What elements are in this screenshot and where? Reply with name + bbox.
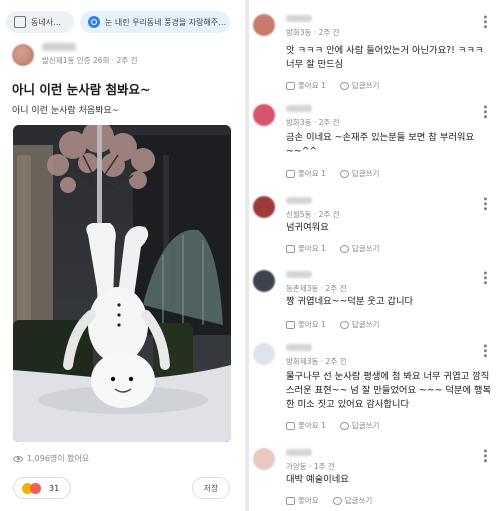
- commenter-name-blurred: [286, 344, 312, 351]
- reply-icon: [339, 421, 349, 430]
- more-options-icon[interactable]: •••: [479, 14, 490, 29]
- thumbs-up-icon: [286, 81, 295, 90]
- comment-meta: 신월5동 · 2주 전: [286, 210, 340, 219]
- comment-text: 짱 귀엽네요~~덕분 웃고 갑니다: [286, 296, 414, 307]
- comment-meta: 방화3동 · 2주 전: [286, 118, 340, 127]
- comment-actions: 좋아요 1 답글쓰기: [286, 243, 379, 254]
- reaction-count: 31: [49, 483, 60, 493]
- commenter-name-blurred: [286, 105, 312, 112]
- snowman-photo: [13, 125, 231, 442]
- reply-button[interactable]: 답글쓰기: [352, 243, 380, 254]
- comment-meta: 방화제3동 · 2주 전: [286, 357, 347, 366]
- avatar[interactable]: [253, 448, 275, 470]
- thumbs-up-icon: [286, 244, 295, 253]
- reply-button[interactable]: 답글쓰기: [352, 168, 380, 179]
- view-count: 1,096명이 봤어요: [13, 453, 89, 464]
- author-meta: 발신제1동 인증 26회 · 2주 전: [42, 56, 138, 65]
- search-icon: [88, 16, 100, 28]
- avatar[interactable]: [253, 270, 275, 292]
- category-chip-label: 동네사…: [31, 17, 62, 27]
- topic-chip-label: 눈 내린 우리동네 풍경을 자랑해주…: [105, 17, 227, 27]
- post-author[interactable]: 발신제1동 인증 26회 · 2주 전: [12, 43, 138, 66]
- commenter-name-blurred: [286, 271, 312, 278]
- like-button[interactable]: 좋아요 1: [298, 80, 326, 91]
- reply-button[interactable]: 답글쓰기: [352, 420, 380, 431]
- post-title: 아니 이런 눈사람 첨봐요~: [12, 82, 151, 97]
- heart-emoji-icon: [30, 482, 41, 494]
- reply-icon: [339, 81, 349, 90]
- thumbs-up-icon: [286, 169, 295, 178]
- comment-actions: 좋아요 1 답글쓰기: [286, 80, 379, 91]
- commenter-name-blurred: [286, 197, 312, 204]
- comment-meta: 방화3동 · 2주 전: [286, 28, 340, 37]
- like-button[interactable]: 좋아요 1: [298, 168, 326, 179]
- post-photo[interactable]: [13, 125, 231, 442]
- comment-actions: 좋아요 답글쓰기: [286, 495, 372, 506]
- like-button[interactable]: 좋아요 1: [298, 319, 326, 330]
- comment-meta: 가양동 · 1주 전: [286, 462, 335, 471]
- reply-icon: [339, 169, 349, 178]
- author-name-blurred: [42, 43, 76, 51]
- more-options-icon[interactable]: •••: [479, 196, 490, 211]
- category-chips: 동네사… 눈 내린 우리동네 풍경을 자랑해주…: [6, 11, 230, 33]
- post-panel: 동네사… 눈 내린 우리동네 풍경을 자랑해주… 발신제1동 인증 26회 · …: [0, 0, 245, 511]
- comment-text: 넘귀여워요: [286, 222, 329, 233]
- reply-button[interactable]: 답글쓰기: [352, 80, 380, 91]
- comment-actions: 좋아요 1 답글쓰기: [286, 168, 379, 179]
- reply-button[interactable]: 답글쓰기: [352, 319, 380, 330]
- more-options-icon[interactable]: •••: [479, 448, 490, 463]
- avatar[interactable]: [253, 14, 275, 36]
- avatar[interactable]: [12, 43, 34, 66]
- avatar[interactable]: [253, 343, 275, 365]
- save-button[interactable]: 저장: [192, 477, 230, 499]
- more-options-icon[interactable]: •••: [479, 104, 490, 119]
- like-button[interactable]: 좋아요: [298, 495, 319, 506]
- comment-actions: 좋아요 1 답글쓰기: [286, 420, 379, 431]
- comment-meta: 등촌제3동 · 2주 전: [286, 284, 347, 293]
- topic-chip[interactable]: 눈 내린 우리동네 풍경을 자랑해주…: [80, 11, 230, 33]
- reply-button[interactable]: 답글쓰기: [345, 495, 373, 506]
- more-options-icon[interactable]: •••: [479, 270, 490, 285]
- like-button[interactable]: 좋아요 1: [298, 420, 326, 431]
- avatar[interactable]: [253, 196, 275, 218]
- more-options-icon[interactable]: •••: [479, 343, 490, 358]
- reply-icon: [339, 244, 349, 253]
- avatar[interactable]: [253, 104, 275, 126]
- thumbs-up-icon: [286, 421, 295, 430]
- comment-actions: 좋아요 1 답글쓰기: [286, 319, 379, 330]
- category-chip[interactable]: 동네사…: [6, 11, 74, 33]
- reaction-button[interactable]: 31: [13, 477, 71, 499]
- post-body: 아니 이런 눈사람 처음봐요~: [12, 106, 120, 116]
- comments-panel: 방화3동 · 2주 전 ••• 앗 ㅋㅋㅋ 안에 사람 들어있는거 아닌가요?!…: [249, 0, 500, 511]
- comment-text: 금손 이네요 ~손재주 있는분들 보면 참 부러워요~~^^: [286, 132, 475, 157]
- reply-icon: [332, 496, 342, 505]
- thumbs-up-icon: [286, 320, 295, 329]
- board-icon: [14, 16, 26, 28]
- comment-text: 대박 예술이네요: [286, 474, 349, 485]
- comment-text: 물구나무 선 눈사람 평생에 첨 봐요 너무 귀엽고 깜직스러운 표현~~ 넘 …: [286, 371, 492, 410]
- commenter-name-blurred: [286, 449, 312, 456]
- like-button[interactable]: 좋아요 1: [298, 243, 326, 254]
- reply-icon: [339, 320, 349, 329]
- comment-text: 앗 ㅋㅋㅋ 안에 사람 들어있는거 아닌가요?! ㅋㅋㅋ 너무 잘 만드심: [286, 45, 487, 70]
- thumbs-up-icon: [286, 496, 295, 505]
- commenter-name-blurred: [286, 15, 312, 22]
- eye-icon: [13, 455, 23, 462]
- view-count-text: 1,096명이 봤어요: [27, 454, 90, 463]
